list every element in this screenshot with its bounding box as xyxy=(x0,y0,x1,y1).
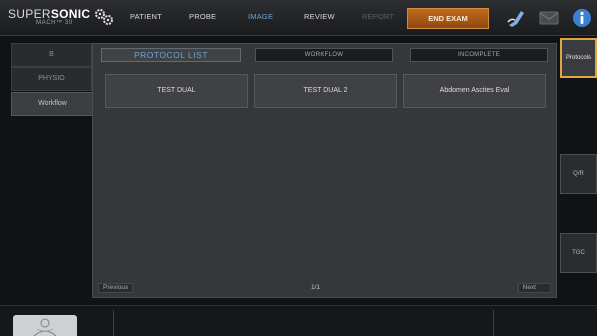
workflow-label: WORKFLOW xyxy=(255,48,393,62)
logo-model: MACH™ 30 xyxy=(36,20,73,26)
menu-probe[interactable]: PROBE xyxy=(189,12,216,21)
top-bar: SUPERSONIC MACH™ 30 PATIENT PROBE IMAGE … xyxy=(0,0,597,36)
protocol-item-abdomen-ascites-eval[interactable]: Abdomen Ascites Eval xyxy=(403,74,546,108)
bottom-bar xyxy=(0,305,597,336)
sonographer-thumbnail-icon[interactable] xyxy=(13,315,77,336)
mail-icon[interactable] xyxy=(538,8,560,28)
protocol-item-test-dual-2[interactable]: TEST DUAL 2 xyxy=(254,74,397,108)
protocol-list-title: PROTOCOL LIST xyxy=(101,48,241,62)
tab-physio[interactable]: PHYSIO xyxy=(11,67,92,91)
pagination: Previous 1/1 Next xyxy=(98,283,551,293)
supersonic-logo: SUPERSONIC MACH™ 30 xyxy=(8,7,120,31)
protocol-panel: PROTOCOL LIST WORKFLOW INCOMPLETE TEST D… xyxy=(92,43,557,298)
status-label: INCOMPLETE xyxy=(410,48,548,62)
tab-b-mode[interactable]: B xyxy=(11,43,92,67)
menu-review[interactable]: REVIEW xyxy=(304,12,335,21)
sonographer-thumbnail-graphic xyxy=(33,318,57,336)
menu-report: REPORT xyxy=(362,12,395,21)
protocol-item-test-dual[interactable]: TEST DUAL xyxy=(105,74,248,108)
next-button[interactable]: Next xyxy=(517,283,551,293)
left-tab-column: B PHYSIO Workflow xyxy=(11,43,94,298)
menu-patient[interactable]: PATIENT xyxy=(130,12,162,21)
end-exam-button[interactable]: END EXAM xyxy=(407,8,489,29)
previous-button[interactable]: Previous xyxy=(98,283,134,293)
bottom-divider xyxy=(113,310,114,336)
bottom-divider xyxy=(493,310,494,336)
logo-text: SUPERSONIC xyxy=(8,7,91,21)
menu-image[interactable]: IMAGE xyxy=(248,12,273,21)
protocols-button[interactable]: Protocols xyxy=(560,38,597,78)
gear-logo-icon xyxy=(95,9,113,25)
qr-button[interactable]: Q/R xyxy=(560,154,597,194)
info-icon[interactable] xyxy=(571,8,593,28)
tgc-button[interactable]: TGC xyxy=(560,233,597,273)
tab-workflow[interactable]: Workflow xyxy=(11,92,94,116)
page-indicator: 1/1 xyxy=(311,284,321,291)
probe-icon[interactable] xyxy=(505,8,527,28)
